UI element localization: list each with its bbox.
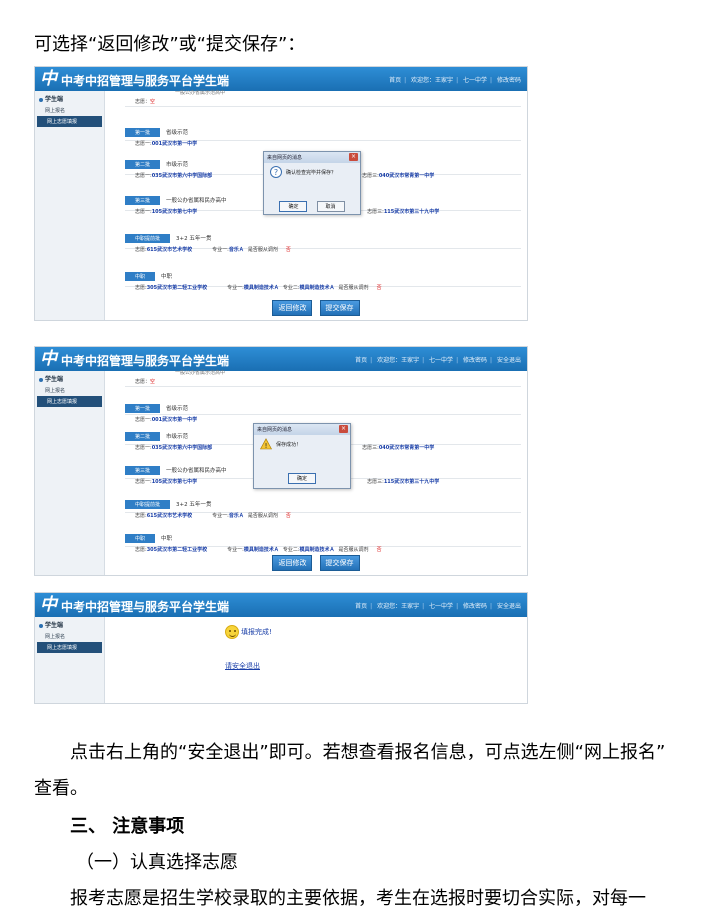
sidebar-item-volunteer[interactable]: 网上志愿填报 (37, 396, 102, 407)
bullet-icon (39, 377, 43, 382)
sidebar: 学生端 网上报名 网上志愿填报 (35, 91, 105, 320)
nav-welcome: 欢迎您：王家宇 (411, 77, 454, 84)
screenshot-confirm-dialog: 中 中考中招管理与服务平台学生端 首页 | 欢迎您：王家宇 | 七一中学 | 修改密码… (34, 66, 528, 321)
nav-school: 七一中学 (429, 357, 454, 364)
nav-home[interactable]: 首页 (355, 603, 367, 610)
batch-row-5: 中职 中职 志愿:305武汉市第二轻工业学校 专业一:模具制造技术Ａ 专业二:模具制造… (125, 525, 521, 553)
nav-welcome: 欢迎您：王家宇 (377, 357, 420, 364)
done-message: 填报完成! (225, 625, 272, 639)
close-icon[interactable]: × (349, 153, 358, 161)
after-text: 点击右上角的“安全退出”即可。若想查看报名信息，可点选左侧“网上报名” (70, 742, 666, 763)
after-text-cont: 查看。 (34, 778, 88, 799)
app-header: 中 中考中招管理与服务平台学生端 首页 | 欢迎您：王家宇 | 七一中学 | 修改密码… (35, 593, 527, 617)
nav-welcome: 欢迎您：王家宇 (377, 603, 420, 610)
warning-icon: ! (260, 438, 272, 450)
sidebar: 学生端 网上报名 网上志愿填报 (35, 371, 105, 575)
top-nav: 首页 | 欢迎您：王家宇 | 七一中学 | 修改密码 (389, 77, 521, 84)
screenshot-complete: 中 中考中招管理与服务平台学生端 首页 | 欢迎您：王家宇 | 七一中学 | 修改密码… (34, 592, 528, 704)
nav-change-password[interactable]: 修改密码 (463, 603, 487, 610)
batch-row-1: 第一批 省级示范 志愿一:001武汉市第一中学 (125, 395, 521, 423)
svg-text:?: ? (274, 168, 278, 177)
sidebar-item-volunteer[interactable]: 网上志愿填报 (37, 642, 102, 653)
dialog-ok-button[interactable]: 确定 (279, 201, 308, 212)
logo-icon: 中 (40, 349, 57, 369)
sub-heading: （一）认真选择志愿 (76, 852, 238, 873)
nav-school: 七一中学 (429, 603, 454, 610)
bullet-icon (39, 97, 43, 102)
svg-text:!: ! (265, 442, 268, 450)
logo-icon: 中 (40, 69, 57, 89)
batch-row-4: 中职提前批 3+2 五年一贯 志愿:615武汉市艺术学校 专业一:音乐Ａ 是否服从调剂… (125, 225, 521, 253)
section-heading: 三、 注意事项 (70, 816, 185, 837)
body-text: 报考志愿是招生学校录取的主要依据，考生在选报时要切合实际，对每一 (70, 888, 646, 909)
dialog-ok-button[interactable]: 确定 (287, 473, 316, 484)
nav-school: 七一中学 (463, 77, 488, 84)
nav-home[interactable]: 首页 (389, 77, 401, 84)
screenshot-success-dialog: 中 中考中招管理与服务平台学生端 首页 | 欢迎您：王家宇 | 七一中学 | 修改密码… (34, 346, 528, 576)
smiley-icon (225, 625, 239, 639)
app-title: 中考中招管理与服务平台学生端 (61, 600, 230, 614)
logo-icon: 中 (40, 595, 57, 615)
nav-logout[interactable]: 安全退出 (497, 603, 521, 610)
submit-button[interactable]: 提交保存 (319, 300, 360, 316)
intro-text: 可选择“返回修改”或“提交保存”： (34, 34, 306, 55)
dialog-cancel-button[interactable]: 取消 (316, 201, 345, 212)
top-nav: 首页 | 欢迎您：王家宇 | 七一中学 | 修改密码 | 安全退出 (355, 603, 521, 610)
nav-change-password[interactable]: 修改密码 (463, 357, 487, 364)
sidebar-section: 学生端 (35, 371, 104, 385)
sidebar-item-registration[interactable]: 网上报名 (35, 631, 104, 642)
sidebar-section: 学生端 (35, 91, 104, 105)
nav-logout[interactable]: 安全退出 (497, 357, 521, 364)
batch-row-5: 中职 中职 志愿:305武汉市第二轻工业学校 专业一:模具制造技术Ａ 专业二:模具制造… (125, 263, 521, 291)
sidebar-item-registration[interactable]: 网上报名 (35, 385, 104, 396)
batch-row-1: 第一批 省级示范 志愿一:001武汉市第一中学 (125, 119, 521, 147)
sidebar-item-volunteer[interactable]: 网上志愿填报 (37, 116, 102, 127)
question-icon: ? (270, 166, 282, 178)
close-icon[interactable]: × (339, 425, 348, 433)
top-nav: 首页 | 欢迎您：王家宇 | 七一中学 | 修改密码 | 安全退出 (355, 357, 521, 364)
confirm-dialog: 来自网页的消息 × ? 确认检查完毕并保存？ 确定 取消 (263, 151, 361, 215)
bullet-icon (39, 623, 43, 628)
success-dialog: 来自网页的消息 × ! 保存成功！ 确定 (253, 423, 351, 489)
sidebar: 学生端 网上报名 网上志愿填报 (35, 617, 105, 703)
sidebar-section: 学生端 (35, 617, 104, 631)
logout-link[interactable]: 请安全退出 (225, 661, 260, 671)
sidebar-item-registration[interactable]: 网上报名 (35, 105, 104, 116)
submit-button[interactable]: 提交保存 (319, 555, 360, 571)
back-button[interactable]: 返回修改 (272, 300, 313, 316)
batch-row-4: 中职提前批 3+2 五年一贯 志愿:615武汉市艺术学校 专业一:音乐Ａ 是否服从调剂… (125, 491, 521, 519)
nav-change-password[interactable]: 修改密码 (497, 77, 521, 84)
nav-home[interactable]: 首页 (355, 357, 367, 364)
back-button[interactable]: 返回修改 (272, 555, 313, 571)
